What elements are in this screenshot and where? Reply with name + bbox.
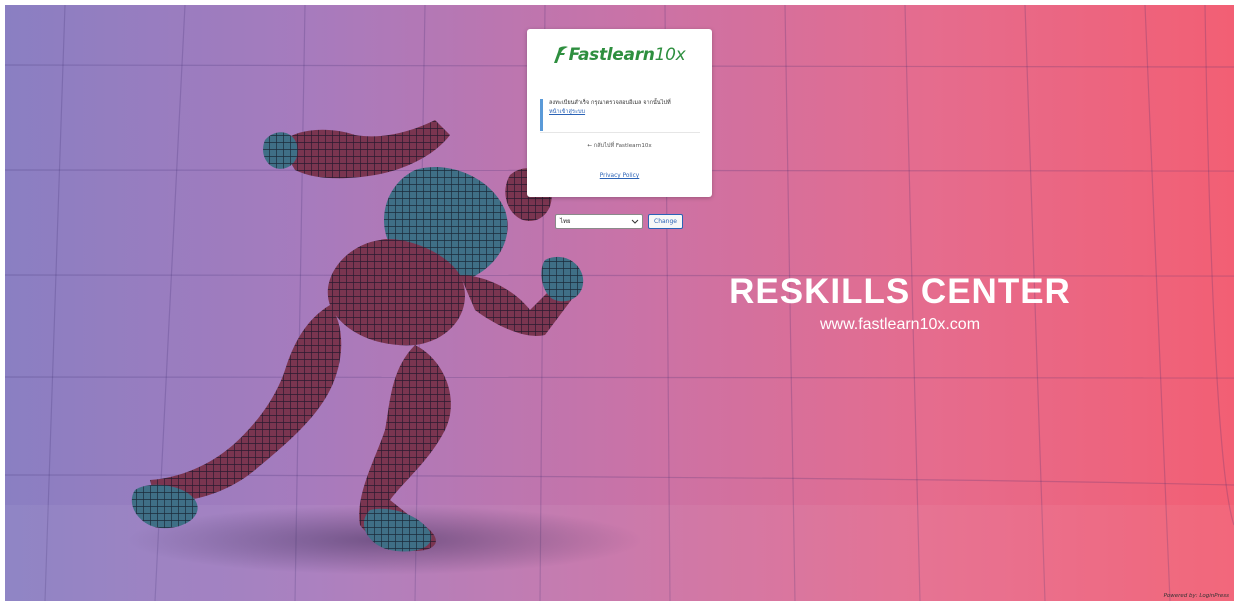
- card-divider: [540, 132, 700, 133]
- notice-text: ลงทะเบียนสำเร็จ กรุณาตรวจสอบอีเมล จากนั้…: [549, 100, 671, 106]
- logo-word: Fastlearn: [568, 45, 655, 65]
- logo-suffix: 10x: [654, 45, 686, 65]
- powered-by-credit[interactable]: Powered by: LoginPress: [1164, 593, 1229, 599]
- privacy-policy-link[interactable]: Privacy Policy: [527, 173, 712, 179]
- language-selected-value: ไทย: [560, 217, 571, 225]
- login-page: Fastlearn10x ลงทะเบียนสำเร็จ กรุณาตรวจสอ…: [0, 0, 1237, 602]
- language-switcher: ไทย Change: [555, 213, 683, 229]
- leaf-f-logo-icon: [553, 46, 568, 63]
- chevron-down-icon: [631, 219, 639, 224]
- language-select[interactable]: ไทย: [555, 213, 643, 229]
- registration-notice: ลงทะเบียนสำเร็จ กรุณาตรวจสอบอีเมล จากนั้…: [540, 99, 700, 131]
- back-to-site-link[interactable]: ← กลับไปที่ Fastlearn10x: [527, 142, 712, 150]
- brand-logo[interactable]: Fastlearn10x: [527, 43, 712, 67]
- hero-headline: RESKILLS CENTER: [729, 272, 1071, 311]
- change-language-button[interactable]: Change: [648, 213, 683, 229]
- hero-url: www.fastlearn10x.com: [819, 316, 981, 333]
- login-page-link[interactable]: หน้าเข้าสู่ระบบ: [549, 109, 585, 115]
- login-card: Fastlearn10x ลงทะเบียนสำเร็จ กรุณาตรวจสอ…: [527, 29, 712, 197]
- brand-logo-text: Fastlearn10x: [569, 45, 686, 65]
